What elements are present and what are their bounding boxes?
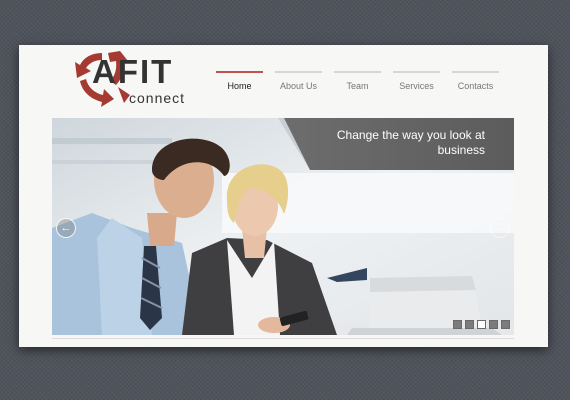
nav-item-services[interactable]: Services <box>393 71 440 95</box>
slider-dot-3[interactable] <box>477 320 486 329</box>
arrow-right-icon[interactable]: → <box>490 218 510 238</box>
slider-dot-5[interactable] <box>501 320 510 329</box>
hero-slider[interactable]: Change the way you look at business ← → <box>52 118 514 335</box>
nav-item-home[interactable]: Home <box>216 71 263 95</box>
slider-pagination <box>450 320 510 329</box>
slider-dot-1[interactable] <box>453 320 462 329</box>
logo-subtitle: connect <box>129 90 186 106</box>
arrow-left-icon[interactable]: ← <box>56 218 76 238</box>
nav-item-team[interactable]: Team <box>334 71 381 95</box>
nav-item-about-us[interactable]: About Us <box>275 71 322 95</box>
slider-dot-2[interactable] <box>465 320 474 329</box>
logo-wordmark: AFIT <box>92 53 174 90</box>
site-page: AFIT connect Home About Us Team Services… <box>19 45 548 347</box>
nav-item-contacts[interactable]: Contacts <box>452 71 499 95</box>
main-nav: Home About Us Team Services Contacts <box>216 71 511 95</box>
slider-dot-4[interactable] <box>489 320 498 329</box>
divider <box>52 338 514 339</box>
slider-tagline: Change the way you look at business <box>336 128 485 157</box>
site-logo[interactable]: AFIT connect <box>72 47 212 111</box>
